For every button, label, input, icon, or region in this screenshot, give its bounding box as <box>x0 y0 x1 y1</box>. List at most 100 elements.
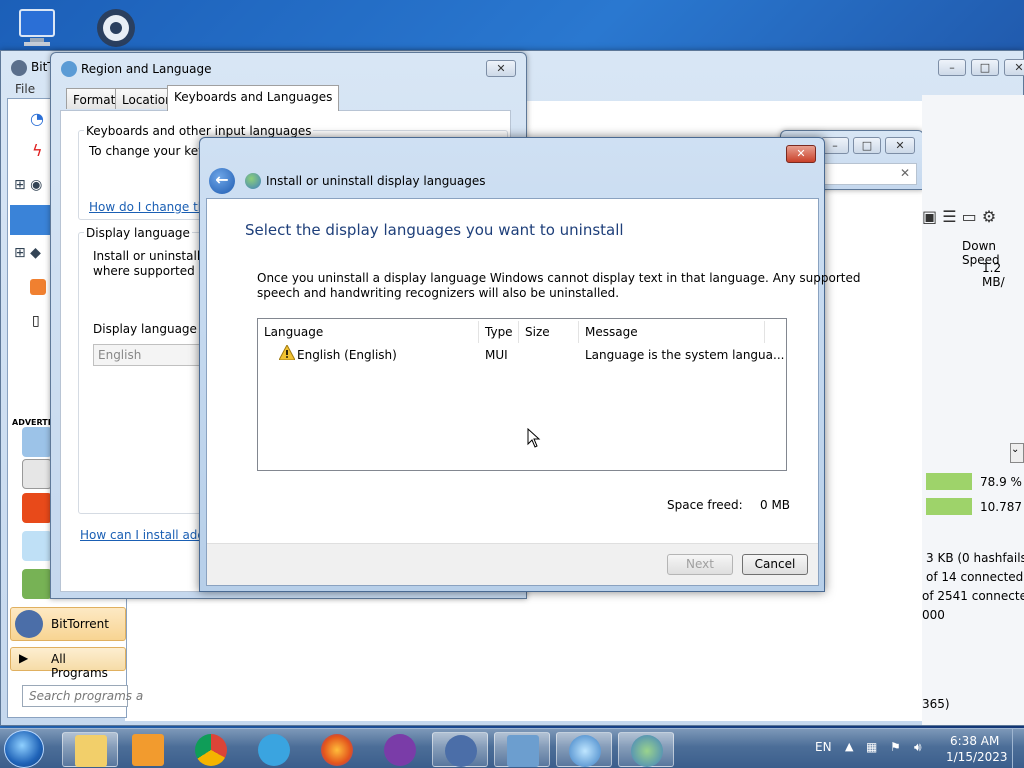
close-button[interactable]: ✕ <box>1004 59 1024 76</box>
sidebar-speed-icon[interactable]: ◔ <box>30 109 44 128</box>
show-hidden-icons[interactable]: ▲ <box>845 740 853 753</box>
display-language-title: Display language <box>84 226 192 240</box>
secondary-minimize-button[interactable]: – <box>821 137 849 154</box>
progress-value-1: 78.9 % <box>980 475 1022 489</box>
row-language: English (English) <box>297 348 397 362</box>
progress-value-2: 10.787 <box>980 500 1022 514</box>
taskbar-region-button[interactable] <box>556 732 612 767</box>
clear-icon[interactable]: ✕ <box>900 166 910 180</box>
info-line-2: of 14 connected <box>926 570 1024 584</box>
dialog-globe-icon <box>245 173 261 189</box>
notepad-icon[interactable] <box>22 531 52 561</box>
control-panel-desktop-icon[interactable] <box>92 6 140 54</box>
bittorrent-start-item[interactable]: BitTorrent <box>10 607 126 641</box>
bittorrent-start-label: BitTorrent <box>51 617 109 631</box>
info-line-5: 365) <box>922 697 950 711</box>
warning-icon <box>278 343 296 363</box>
languages-listview[interactable]: Language Type Size Message English (Engl… <box>257 318 787 471</box>
taskbar-vpn-button[interactable] <box>372 732 428 767</box>
secondary-close-button[interactable]: ✕ <box>885 137 915 154</box>
computer-desktop-icon[interactable] <box>14 6 62 54</box>
task-manager-icon[interactable] <box>22 569 52 599</box>
dialog-description-2: speech and handwriting recognizers will … <box>257 286 620 300</box>
control-panel-icon <box>507 735 539 767</box>
solitaire-icon[interactable] <box>22 459 52 489</box>
space-freed-value: 0 MB <box>760 498 791 512</box>
column-message[interactable]: Message <box>579 321 765 343</box>
explorer-icon <box>75 735 107 767</box>
dialog-title: Install or uninstall display languages <box>266 174 486 188</box>
install-help-link[interactable]: How can I install additi <box>80 528 216 542</box>
language-indicator[interactable]: EN <box>815 740 832 754</box>
expand-button[interactable]: ⌄ <box>1010 443 1024 463</box>
arrow-right-icon: ▶ <box>19 651 29 665</box>
taskbar-media-player-button[interactable] <box>120 732 176 767</box>
sidebar-flash-icon[interactable]: ϟ <box>32 141 43 160</box>
down-speed-value: 1.2 MB/ <box>982 261 1005 289</box>
maximize-button[interactable]: □ <box>971 59 999 76</box>
progress-bar-2 <box>926 498 972 515</box>
firefox-icon <box>321 734 353 766</box>
taskbar-keepass-button[interactable] <box>246 732 302 767</box>
display-language-value: English <box>98 348 142 362</box>
display-language-select[interactable]: English <box>93 344 213 366</box>
toolbar-icons: ▣ ☰ ▭ ⚙ <box>922 207 997 226</box>
row-type: MUI <box>485 348 508 362</box>
sidebar-rss-icon[interactable] <box>30 279 46 295</box>
taskbar-language-dialog-button[interactable] <box>618 732 674 767</box>
sidebar-label-icon[interactable]: ⊞ ◆ <box>14 245 41 261</box>
taskbar-bittorrent-button[interactable] <box>432 732 488 767</box>
bittorrent-taskbar-icon <box>445 735 477 767</box>
mouse-cursor-icon <box>527 427 541 451</box>
clock-date[interactable]: 1/15/2023 <box>946 750 1008 764</box>
media-player-icon <box>132 734 164 766</box>
cancel-button[interactable]: Cancel <box>742 554 808 575</box>
start-button[interactable] <box>4 730 44 768</box>
network-icon[interactable]: ▦ <box>866 740 877 754</box>
keepass-icon <box>258 734 290 766</box>
column-language[interactable]: Language <box>258 321 479 343</box>
sidebar-feeds-selected[interactable] <box>10 205 50 235</box>
region-globe-icon <box>61 61 77 77</box>
uninstall-languages-dialog: ✕ ← Install or uninstall display languag… <box>199 137 861 592</box>
taskbar-explorer-button[interactable] <box>62 732 118 767</box>
minimize-button[interactable]: – <box>938 59 966 76</box>
sidebar-device-icon[interactable]: ▯ <box>32 313 40 329</box>
column-type[interactable]: Type <box>479 321 519 343</box>
secondary-maximize-button[interactable]: □ <box>853 137 881 154</box>
action-center-icon[interactable]: ⚑ <box>890 740 901 754</box>
tab-keyboards-languages[interactable]: Keyboards and Languages <box>167 85 340 111</box>
dialog-footer: Next Cancel <box>207 543 818 585</box>
keyboards-help-link[interactable]: How do I change the <box>89 200 213 214</box>
taskbar-chrome-button[interactable] <box>183 732 239 767</box>
show-desktop-button[interactable] <box>1012 729 1024 768</box>
next-button[interactable]: Next <box>667 554 733 575</box>
start-search-placeholder: Search programs a <box>29 689 144 703</box>
taskbar: EN ▲ ▦ ⚑ 🔊︎ 6:38 AM 1/15/2023 <box>0 728 1024 768</box>
region-title: Region and Language <box>81 62 212 76</box>
dialog-close-button[interactable]: ✕ <box>786 145 816 163</box>
display-select-label: Display language se <box>93 322 215 336</box>
start-search-input[interactable]: Search programs a <box>22 685 143 707</box>
info-line-3: of 2541 connected <box>922 589 1024 603</box>
sidebar-torrent-icon[interactable]: ⊞ ◉ <box>14 177 42 193</box>
filezilla-icon[interactable] <box>22 493 52 523</box>
all-programs-button[interactable]: ▶ All Programs <box>10 647 126 680</box>
table-row[interactable]: English (English) MUI Language is the sy… <box>258 343 786 365</box>
taskbar-control-panel-button[interactable] <box>494 732 550 767</box>
taskbar-firefox-button[interactable] <box>309 732 365 767</box>
display-text-1: Install or uninstall la <box>93 249 215 263</box>
bittorrent-start-icon <box>15 610 43 638</box>
remote-desktop-icon[interactable] <box>22 427 52 457</box>
row-message: Language is the system langua... <box>585 348 785 362</box>
volume-icon[interactable]: 🔊︎ <box>914 740 922 755</box>
bittorrent-right-panel: ▣ ☰ ▭ ⚙ Down Speed 1.2 MB/ ⌄ 78.9 % 10.7… <box>922 95 1024 725</box>
back-arrow-icon[interactable]: ← <box>209 168 235 194</box>
info-line-4: 000 <box>922 608 945 622</box>
chrome-icon <box>195 734 227 766</box>
clock-time[interactable]: 6:38 AM <box>950 734 999 748</box>
menu-file[interactable]: File <box>15 82 35 96</box>
region-close-button[interactable]: ✕ <box>486 60 516 77</box>
column-size[interactable]: Size <box>519 321 579 343</box>
vpn-mask-icon <box>384 734 416 766</box>
